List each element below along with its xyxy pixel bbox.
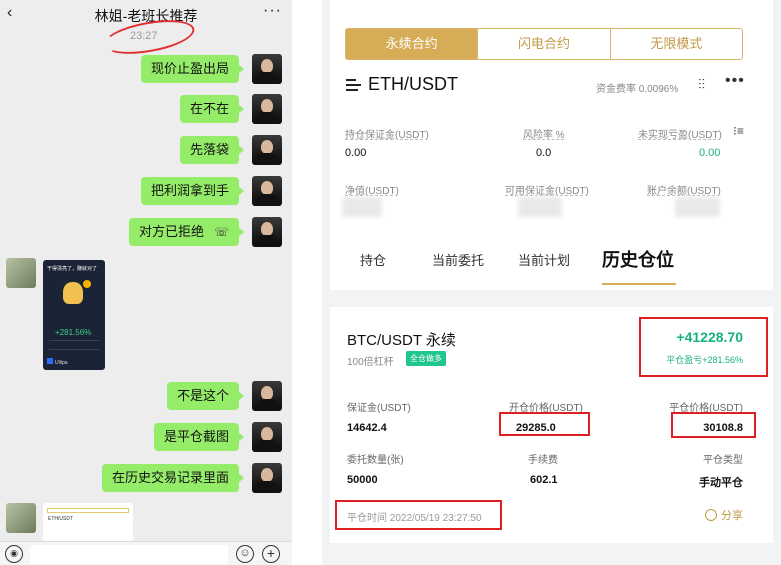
avatar[interactable] <box>252 217 282 247</box>
image-logo: Ullipa <box>47 358 68 366</box>
avatar[interactable] <box>252 54 282 84</box>
avatar[interactable] <box>252 135 282 165</box>
leverage: 100倍杠杆 <box>347 357 394 368</box>
chat-message[interactable]: 在历史交易记录里面 <box>101 464 245 492</box>
avatar[interactable] <box>252 463 282 493</box>
avatar[interactable] <box>252 422 282 452</box>
position-tabs: 持仓 当前委托 当前计划 历史仓位 <box>330 238 773 288</box>
chat-message[interactable]: 不是这个 <box>166 382 245 410</box>
chat-input-bar: ◉ ☺ + <box>0 541 292 565</box>
share-button[interactable]: 分享 <box>705 507 743 523</box>
chat-message[interactable]: 先落袋 <box>179 136 245 164</box>
image-rows <box>49 340 99 350</box>
logo-text: Ullipa <box>55 360 68 366</box>
coin-image <box>83 280 91 288</box>
risk-label: 风险率 % <box>523 130 565 141</box>
tab-flash[interactable]: 闪电合约 <box>477 29 609 59</box>
chat-message[interactable]: 把利润拿到手 <box>140 177 245 205</box>
qty-label: 委托数量(张) <box>347 455 404 466</box>
chat-message[interactable]: 是平仓截图 <box>153 423 245 451</box>
voice-icon[interactable]: ◉ <box>5 545 23 563</box>
divider <box>292 0 322 565</box>
funding-rate: 资金费率 0.0096% <box>596 84 679 95</box>
qty-value: 50000 <box>347 474 378 486</box>
menu-icon[interactable] <box>346 79 361 92</box>
margin-field-value: 14642.4 <box>347 422 387 434</box>
chat-message[interactable]: 在不在 <box>179 95 245 123</box>
tab-unlimited[interactable]: 无限模式 <box>609 29 742 59</box>
call-message-text: 对方已拒绝 <box>138 224 204 239</box>
chat-panel: ‹ 林姐-老班长推荐 ··· 23:27 现价止盈出局 在不在 先落袋 把利润拿… <box>0 0 292 565</box>
more-icon[interactable]: ··· <box>263 2 282 20</box>
image-pnl: +281.56% <box>55 328 92 337</box>
preview-tabs <box>47 508 129 513</box>
tab-underline <box>602 283 676 285</box>
annotation-box <box>671 412 756 438</box>
phone-icon: ☏ <box>213 225 229 239</box>
chat-message[interactable]: 现价止盈出局 <box>140 55 245 83</box>
margin-value: 0.00 <box>345 147 367 159</box>
annotation-box <box>639 317 768 377</box>
message-input[interactable] <box>30 545 228 564</box>
equity-label: 净值(USDT) <box>345 186 399 197</box>
close-type-value: 手动平仓 <box>699 477 743 489</box>
balance-blurred <box>675 197 720 217</box>
emoji-icon[interactable]: ☺ <box>236 545 254 563</box>
margin-field-label: 保证金(USDT) <box>347 403 411 414</box>
call-message[interactable]: 对方已拒绝 ☏ <box>128 218 245 246</box>
screenshot-message[interactable]: ETH/USDT <box>43 503 133 541</box>
upnl-label: 未实现亏盈(USDT) <box>638 130 722 141</box>
close-type-label: 平仓类型 <box>703 455 743 466</box>
tab-positions[interactable]: 持仓 <box>360 250 386 269</box>
cartoon-image <box>63 282 83 304</box>
plus-icon[interactable]: + <box>262 545 280 563</box>
fee-value: 602.1 <box>530 474 558 486</box>
more-icon[interactable]: ••• <box>725 72 745 90</box>
share-icon <box>705 509 717 521</box>
equity-blurred <box>342 197 382 217</box>
tab-perpetual[interactable]: 永续合约 <box>346 29 478 59</box>
contact-avatar[interactable] <box>6 503 36 533</box>
available-label: 可用保证金(USDT) <box>505 186 589 197</box>
contact-avatar[interactable] <box>6 258 36 288</box>
avatar[interactable] <box>252 381 282 411</box>
tab-history[interactable]: 历史仓位 <box>602 246 674 272</box>
mode-tabs: 永续合约 闪电合约 无限模式 <box>345 28 743 60</box>
preview-pair: ETH/USDT <box>48 516 73 522</box>
tab-open-orders[interactable]: 当前委托 <box>432 250 484 269</box>
candlestick-icon[interactable]: ⫶⫶ <box>698 76 705 93</box>
image-headline: 干得漂亮了，赚就对了 <box>47 266 98 272</box>
margin-label: 持仓保证金(USDT) <box>345 130 429 141</box>
pair-title[interactable]: ETH/USDT <box>368 74 458 95</box>
avatar[interactable] <box>252 94 282 124</box>
annotation-box <box>335 500 502 530</box>
image-message[interactable]: 干得漂亮了，赚就对了 +281.56% Ullipa <box>43 260 105 370</box>
sort-icon[interactable]: ⁝≡ <box>733 124 744 138</box>
direction-badge: 全仓做多 <box>406 351 446 366</box>
logo-icon <box>47 358 53 364</box>
balance-label: 账户余额(USDT) <box>647 186 721 197</box>
share-label: 分享 <box>721 510 743 522</box>
available-blurred <box>518 197 562 217</box>
avatar[interactable] <box>252 176 282 206</box>
account-card: 永续合约 闪电合约 无限模式 ETH/USDT 资金费率 0.0096% ⫶⫶ … <box>330 0 773 290</box>
upnl-value: 0.00 <box>699 147 721 159</box>
fee-label: 手续费 <box>528 455 558 466</box>
risk-value: 0.0 <box>536 147 552 159</box>
position-title: BTC/USDT 永续 <box>347 332 456 349</box>
tab-plans[interactable]: 当前计划 <box>518 250 570 269</box>
annotation-box <box>499 412 590 436</box>
exchange-panel: 永续合约 闪电合约 无限模式 ETH/USDT 资金费率 0.0096% ⫶⫶ … <box>322 0 781 565</box>
